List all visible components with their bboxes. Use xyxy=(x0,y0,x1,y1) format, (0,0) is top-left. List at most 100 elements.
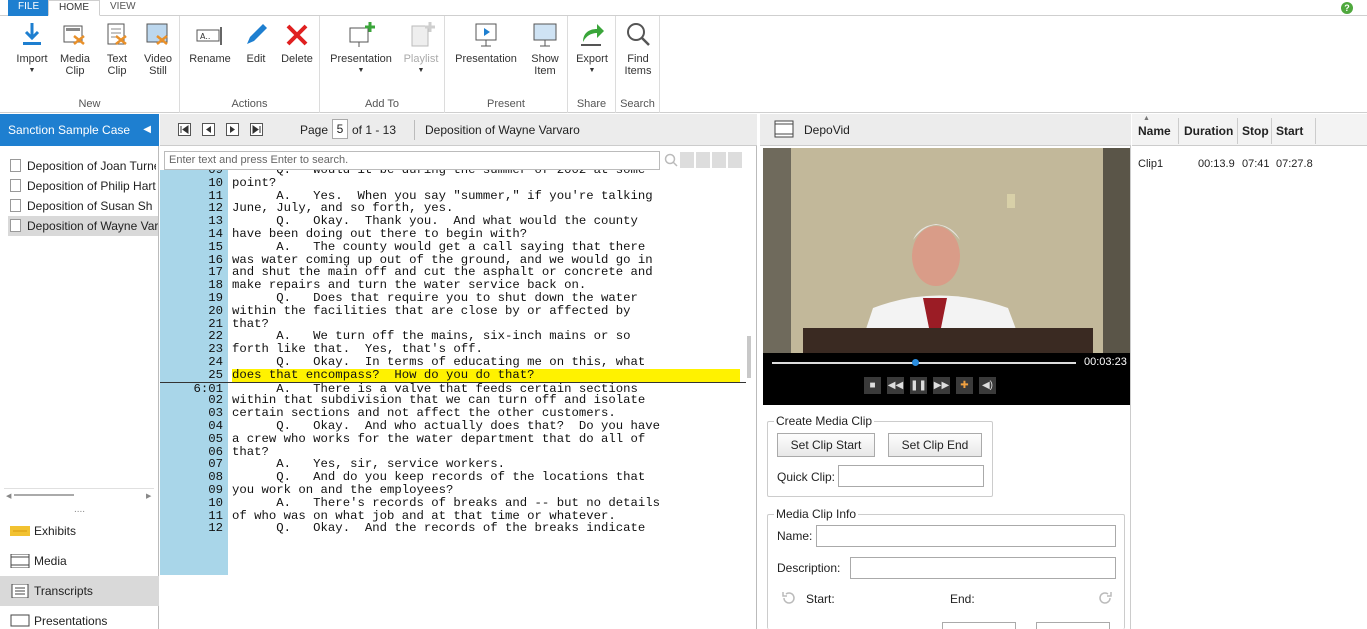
clip-row-stop: 07:41 xyxy=(1242,158,1270,170)
delete-button[interactable]: Delete xyxy=(278,20,316,65)
export-icon xyxy=(581,24,604,46)
line-text: a crew who works for the water departmen… xyxy=(232,431,646,446)
text-clip-button[interactable]: Text Clip xyxy=(100,20,134,77)
transcript-line[interactable]: 14 have been doing out there to begin wit… xyxy=(160,228,746,241)
clip-start-label: Start: xyxy=(806,592,835,606)
show-item-button[interactable]: Show Item xyxy=(527,20,563,77)
panel-splitter[interactable]: .... xyxy=(0,504,159,515)
export-button[interactable]: Export ▼ xyxy=(572,20,612,77)
line-text: you work on and the employees? xyxy=(232,483,454,497)
set-clip-end-button[interactable]: Set Clip End xyxy=(888,433,982,457)
rewind-button[interactable]: ◀◀ xyxy=(887,377,904,394)
transcript-line[interactable]: 05 a crew who works for the water departm… xyxy=(160,431,746,446)
line-text: Q. Okay. And the records of the breaks i… xyxy=(232,521,646,536)
line-text: A. There's records of breaks and -- but … xyxy=(232,495,661,510)
group-label-present: Present xyxy=(487,98,525,110)
document-item-selected[interactable]: Deposition of Wayne Varvaro xyxy=(8,216,158,236)
transcript-line[interactable]: 19 Q. Does that require you to shut down… xyxy=(160,292,746,305)
transcript-line[interactable]: 20 within the facilities that are close b… xyxy=(160,303,746,318)
column-start[interactable]: Start xyxy=(1276,124,1303,138)
show-item-label-1: Show xyxy=(531,53,559,65)
seek-handle[interactable] xyxy=(911,359,919,366)
nav-presentations-label: Presentations xyxy=(34,614,108,628)
horizontal-scrollbar[interactable]: ◀ ▶ xyxy=(4,488,154,500)
collapse-arrow-icon[interactable]: ◀ xyxy=(143,114,151,146)
search-icon[interactable] xyxy=(663,151,679,169)
nav-media[interactable]: Media xyxy=(0,546,159,576)
column-stop[interactable]: Stop xyxy=(1242,124,1269,138)
set-clip-start-button[interactable]: Set Clip Start xyxy=(777,433,875,457)
clip-row-name[interactable]: Clip1 xyxy=(1138,158,1163,170)
reset-end-icon[interactable] xyxy=(1096,589,1114,607)
column-name[interactable]: Name xyxy=(1138,124,1171,138)
transcript-line[interactable]: 12 Q. Okay. And the records of the break… xyxy=(160,521,746,536)
clip-name-input[interactable] xyxy=(816,525,1116,547)
quick-clip-input[interactable] xyxy=(838,465,984,487)
clip-description-input[interactable] xyxy=(850,557,1116,579)
vertical-scrollbar[interactable] xyxy=(746,174,754,629)
column-duration[interactable]: Duration xyxy=(1184,124,1233,138)
prev-page-button[interactable] xyxy=(202,123,215,136)
clip-end-time-field[interactable] xyxy=(1036,622,1110,629)
find-items-label-2: Items xyxy=(624,65,652,77)
video-still-button[interactable]: Video Still xyxy=(140,20,176,77)
search-next-button[interactable] xyxy=(712,152,726,168)
transcript-line[interactable]: 10 A. There's records of breaks and -- b… xyxy=(160,495,746,510)
fast-forward-button[interactable]: ▶▶ xyxy=(933,377,950,394)
transcript-search-input[interactable]: Enter text and press Enter to search. xyxy=(164,151,660,170)
transcript-line[interactable]: 09 you work on and the employees? xyxy=(160,484,746,497)
video-player[interactable] xyxy=(763,148,1130,405)
search-prev-button[interactable] xyxy=(696,152,710,168)
help-icon[interactable]: ? xyxy=(1341,2,1353,14)
seek-bar[interactable] xyxy=(772,362,1076,364)
line-text: within the facilities that are close by … xyxy=(232,303,631,318)
nav-presentations[interactable]: Presentations xyxy=(0,606,159,629)
tab-view[interactable]: VIEW xyxy=(100,0,146,16)
search-last-button[interactable] xyxy=(728,152,742,168)
prev-page-icon xyxy=(206,126,211,133)
clip-marker-button[interactable]: ✚ xyxy=(956,377,973,394)
clips-list-header: ▲ Name Duration Stop Start xyxy=(1132,114,1367,146)
document-icon xyxy=(10,219,21,232)
find-items-button[interactable]: Find Items xyxy=(620,20,656,77)
media-clip-label-2: Clip xyxy=(65,65,85,77)
transcript-lines[interactable]: 09 Q. Would it be during the summer of 2… xyxy=(160,170,757,629)
transcript-line[interactable]: 15 A. The county would get a call saying… xyxy=(160,240,746,254)
transcript-line-highlighted[interactable]: 25 does that encompass? How do you do tha… xyxy=(160,368,746,382)
clip-row-start: 07:27.8 xyxy=(1276,158,1313,170)
nav-transcripts[interactable]: Transcripts xyxy=(0,576,159,606)
playlist-icon xyxy=(411,22,435,47)
video-frame xyxy=(763,148,1130,405)
scrollbar-thumb[interactable] xyxy=(747,336,751,378)
document-item[interactable]: Deposition of Philip Hart xyxy=(10,176,156,196)
tab-home[interactable]: HOME xyxy=(48,0,100,16)
search-first-button[interactable] xyxy=(680,152,694,168)
ribbon-group-add-to: Presentation ▼ Playlist ▼ Add To xyxy=(320,16,445,113)
pause-button[interactable]: ❚❚ xyxy=(910,377,927,394)
nav-media-label: Media xyxy=(34,554,67,568)
last-page-button[interactable] xyxy=(250,123,263,136)
add-to-presentation-button[interactable]: Presentation ▼ xyxy=(326,20,396,77)
rename-button[interactable]: A.. Rename xyxy=(186,20,234,65)
next-page-button[interactable] xyxy=(226,123,239,136)
first-page-button[interactable] xyxy=(178,123,191,136)
clip-name-label: Name: xyxy=(777,529,813,543)
media-clip-button[interactable]: Media Clip xyxy=(58,20,92,77)
stop-button[interactable]: ■ xyxy=(864,377,881,394)
page-number-input[interactable]: 5 xyxy=(332,119,348,139)
present-icon xyxy=(475,23,497,47)
clip-start-time-field[interactable] xyxy=(942,622,1016,629)
line-number: 15 xyxy=(160,240,228,254)
document-item[interactable]: Deposition of Susan Sh xyxy=(10,196,156,216)
edit-button[interactable]: Edit xyxy=(240,20,272,65)
transcript-line[interactable]: 10 point? xyxy=(160,176,746,190)
transcript-line[interactable]: 24 Q. Okay. In terms of educating me on … xyxy=(160,356,746,369)
volume-button[interactable]: ◀) xyxy=(979,377,996,394)
document-item[interactable]: Deposition of Joan Turner xyxy=(10,156,156,176)
reset-start-icon[interactable] xyxy=(780,589,798,607)
present-presentation-button[interactable]: Presentation xyxy=(451,20,521,65)
tab-file[interactable]: FILE xyxy=(8,0,50,16)
transcript-line[interactable]: 04 Q. Okay. And who actually does that? … xyxy=(160,420,746,433)
nav-exhibits[interactable]: Exhibits xyxy=(0,516,159,546)
import-button[interactable]: Import ▼ xyxy=(12,20,52,77)
